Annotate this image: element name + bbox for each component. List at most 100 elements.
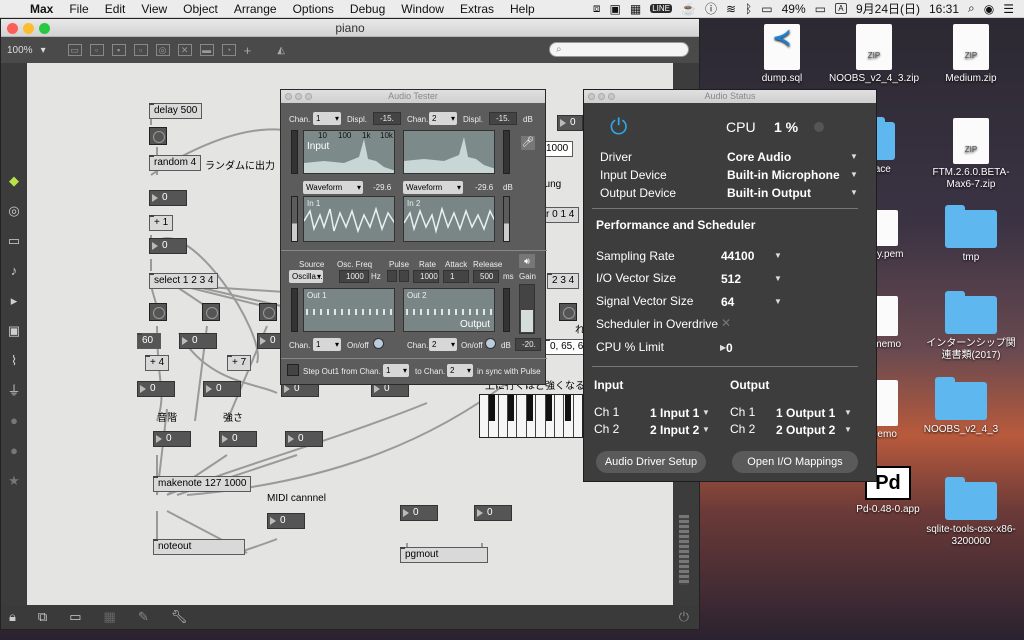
number-box-pitch-1[interactable]: 0 <box>137 381 175 397</box>
number-box-duration[interactable]: 0 <box>285 431 323 447</box>
gain-db-number[interactable]: -20. <box>515 338 541 351</box>
input-chan2-select[interactable]: 2 <box>429 112 457 125</box>
menu-extras[interactable]: Extras <box>452 2 502 16</box>
output-ch1-chevron-down-icon[interactable]: ▼ <box>844 408 852 417</box>
menu-window[interactable]: Window <box>393 2 452 16</box>
comment-icon[interactable]: ▪ <box>111 44 126 56</box>
plus1-object[interactable]: + 1 <box>149 215 174 231</box>
output-ch2-chevron-down-icon[interactable]: ▼ <box>844 425 852 434</box>
step-from-select[interactable]: 1 <box>383 364 409 377</box>
step-to-select[interactable]: 2 <box>447 364 473 377</box>
image-icon[interactable]: ▣ <box>6 323 22 339</box>
teapot-icon[interactable]: ☕ <box>681 2 696 16</box>
number-box-midi-channel[interactable]: 0 <box>267 513 305 529</box>
lock-icon[interactable]: 🔒︎ <box>9 609 16 625</box>
spotlight-icon[interactable]: ⌕ <box>968 1 975 16</box>
status-minimize-button[interactable] <box>598 93 605 100</box>
onoff-toggle-2[interactable] <box>485 338 496 349</box>
desktop-icon-dump-sql[interactable]: ≺ dump.sql <box>737 24 827 85</box>
desktop-icon-sqlite-folder[interactable]: sqlite-tools-osx-x86-3200000 <box>926 477 1016 548</box>
desktop-icon-noobs-zip[interactable]: ZIP NOOBS_v2_4_3.zip <box>829 24 919 85</box>
io-vector-value[interactable]: 512 <box>721 272 741 286</box>
desktop-icon-tmp[interactable]: tmp <box>926 205 1016 264</box>
output-chan2-select[interactable]: 2 <box>429 338 457 351</box>
bluetooth-icon[interactable]: ᛒ <box>745 2 752 16</box>
grid-icon[interactable]: ▦ <box>104 609 116 625</box>
sampling-rate-chevron-down-icon[interactable]: ▼ <box>774 251 782 260</box>
status-icon-grid[interactable]: ▦ <box>630 2 641 16</box>
number-box-plus1[interactable]: 0 <box>149 238 187 254</box>
displ2-number[interactable]: -15. <box>489 112 517 125</box>
zoom-chevron-down-icon[interactable]: ▾ <box>41 45 46 56</box>
tester-close-button[interactable] <box>285 93 292 100</box>
makenote-object[interactable]: makenote 127 1000 <box>153 476 252 492</box>
star-icon[interactable]: ★ <box>6 473 22 489</box>
status-icon-box[interactable]: ⧈ <box>593 1 601 16</box>
open-io-mappings-button[interactable]: Open I/O Mappings <box>732 451 858 473</box>
object-234-partial[interactable]: 2 3 4 <box>547 273 580 289</box>
desktop-icon-medium-zip[interactable]: ZIP Medium.zip <box>926 24 1016 85</box>
menu-debug[interactable]: Debug <box>342 2 393 16</box>
piano-keyboard[interactable] <box>479 394 583 438</box>
object-r014-partial[interactable]: r 0 1 4 <box>541 207 580 223</box>
driver-chevron-down-icon[interactable]: ▼ <box>850 152 858 161</box>
signal-vector-value[interactable]: 64 <box>721 295 734 309</box>
minimize-button[interactable] <box>23 23 34 34</box>
attack-number[interactable]: 1 <box>443 270 469 283</box>
menu-file[interactable]: File <box>61 2 96 16</box>
info-icon[interactable]: ⓘ <box>705 0 717 17</box>
plus4-object[interactable]: + 4 <box>145 355 170 371</box>
output-chan1-select[interactable]: 1 <box>313 338 341 351</box>
new-view-icon[interactable]: ⧉ <box>38 609 47 625</box>
audio-driver-setup-button[interactable]: Audio Driver Setup <box>596 451 706 473</box>
search-input[interactable]: ⌕ <box>549 42 689 57</box>
tester-zoom-button[interactable] <box>305 93 312 100</box>
number-box-a[interactable]: 0 <box>179 333 217 349</box>
output-ch1-value[interactable]: 1 Output 1 <box>776 406 835 420</box>
number-box-velocity[interactable]: 0 <box>219 431 257 447</box>
delay-object[interactable]: delay 500 <box>149 103 203 119</box>
desktop-icon-noobs-folder[interactable]: NOOBS_v2_4_3 <box>916 377 1006 436</box>
button-object-icon[interactable]: ◎ <box>155 44 170 56</box>
tabs-icon[interactable]: ▭ <box>6 233 22 249</box>
menu-view[interactable]: View <box>133 2 175 16</box>
noteout-object[interactable]: noteout <box>153 539 245 555</box>
menu-app-name[interactable]: Max <box>22 2 61 16</box>
menu-options[interactable]: Options <box>285 2 342 16</box>
gain-slider[interactable] <box>519 284 535 334</box>
waveform-select-1[interactable]: Waveform <box>303 181 363 194</box>
target-icon[interactable]: ◎ <box>6 203 22 219</box>
package-icon[interactable]: ◆ <box>6 173 22 189</box>
pulse-toggle-1[interactable] <box>387 270 397 282</box>
zoom-button[interactable] <box>39 23 50 34</box>
source-select[interactable]: Oscilla... <box>289 270 323 283</box>
input-ch1-chevron-down-icon[interactable]: ▼ <box>702 408 710 417</box>
rate-number[interactable]: 1000 <box>413 270 439 283</box>
output-device-chevron-down-icon[interactable]: ▼ <box>850 188 858 197</box>
menu-edit[interactable]: Edit <box>97 2 134 16</box>
bang-select-2[interactable] <box>202 303 220 321</box>
output-ch2-value[interactable]: 2 Output 2 <box>776 423 835 437</box>
wrench-icon[interactable]: 🔧︎ <box>171 609 188 625</box>
number-box-pgm-2[interactable]: 0 <box>474 505 512 521</box>
input-ch2-chevron-down-icon[interactable]: ▼ <box>702 425 710 434</box>
input-ch2-value[interactable]: 2 Input 2 <box>650 423 699 437</box>
output-device-value[interactable]: Built-in Output <box>727 186 811 200</box>
menu-time[interactable]: 16:31 <box>929 2 959 16</box>
input-ch1-value[interactable]: 1 Input 1 <box>650 406 699 420</box>
desktop-icon-ftm-zip[interactable]: ZIP FTM.2.6.0.BETA-Max6-7.zip <box>926 118 1016 191</box>
notification-center-icon[interactable]: ☰ <box>1003 2 1014 16</box>
tester-minimize-button[interactable] <box>295 93 302 100</box>
input-source-icon[interactable]: A <box>834 3 847 14</box>
menu-object[interactable]: Object <box>175 2 226 16</box>
status-zoom-button[interactable] <box>608 93 615 100</box>
bang-button[interactable] <box>149 127 167 145</box>
random-object[interactable]: random 4 <box>149 155 202 171</box>
max-logo-icon[interactable]: ● <box>6 413 22 429</box>
message-60[interactable]: 60 <box>137 333 161 349</box>
displ1-number[interactable]: -15. <box>373 112 401 125</box>
message-icon[interactable]: ▫ <box>133 44 148 56</box>
airplay-icon[interactable]: ▭ <box>761 2 772 16</box>
input-device-chevron-down-icon[interactable]: ▼ <box>850 170 858 179</box>
status-icon-square[interactable]: ▣ <box>610 2 621 16</box>
